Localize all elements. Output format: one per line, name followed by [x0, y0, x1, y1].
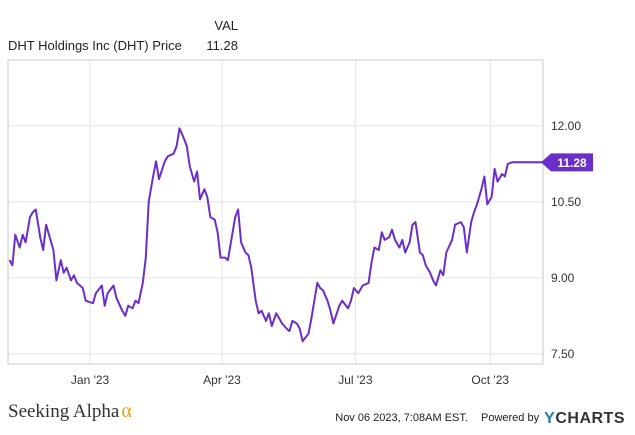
last-value-text: 11.28 [557, 156, 587, 170]
x-axis: Jan '23 Apr '23 Jul '23 Oct '23 [71, 373, 509, 387]
seeking-alpha-logo: Seeking Alpha α [8, 400, 132, 423]
y-tick-label: 10.50 [551, 195, 581, 209]
grid-lines [8, 60, 543, 364]
y-tick-label: 7.50 [551, 347, 575, 361]
ycharts-logo: YCHARTS [544, 410, 625, 427]
x-tick-label: Jul '23 [338, 373, 373, 387]
y-tick-label: 9.00 [551, 271, 575, 285]
powered-by-text: Powered by [481, 412, 540, 424]
timestamp: Nov 06 2023, 7:08AM EST. [335, 412, 468, 424]
last-value-label: 11.28 [541, 153, 593, 172]
plot-frame [7, 59, 544, 365]
footer-attribution: Nov 06 2023, 7:08AM EST. Powered by YCHA… [335, 410, 625, 428]
x-tick-label: Oct '23 [471, 373, 509, 387]
x-tick-label: Apr '23 [203, 373, 241, 387]
y-tick-label: 12.00 [551, 119, 581, 133]
x-tick-label: Jan '23 [71, 373, 110, 387]
brand-name: Seeking Alpha [8, 401, 120, 422]
price-chart: Jan '23 Apr '23 Jul '23 Oct '23 7.50 9.00 10.… [7, 59, 593, 387]
price-line [8, 127, 543, 343]
ycharts-rest: CHARTS [555, 410, 625, 427]
ycharts-y: Y [544, 410, 556, 427]
alpha-icon: α [121, 400, 132, 422]
